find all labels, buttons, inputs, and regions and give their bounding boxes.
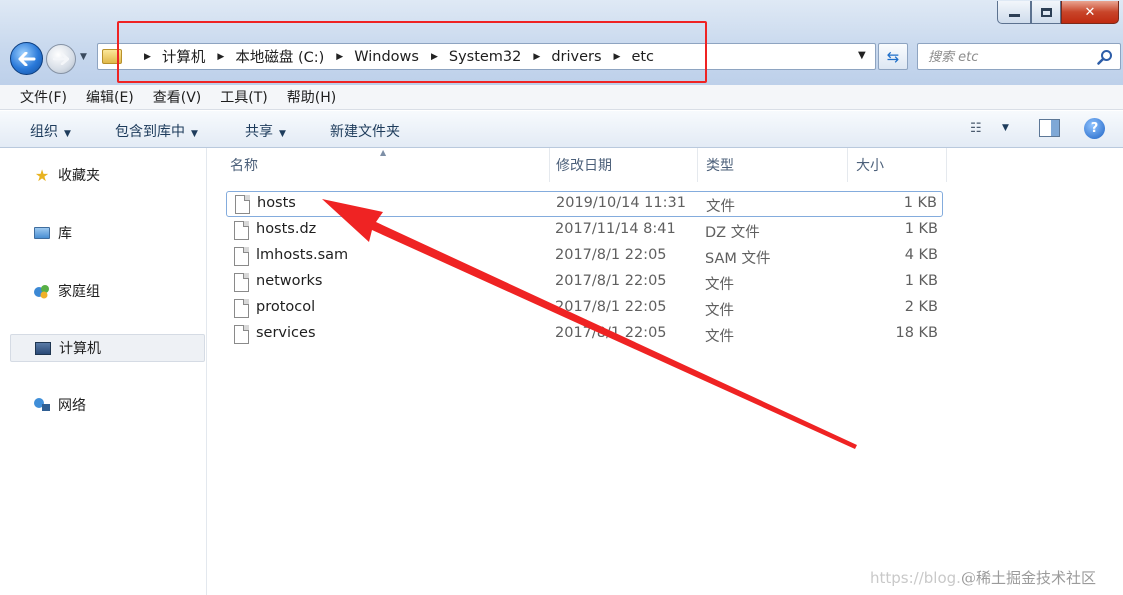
help-icon[interactable]: ?	[1084, 118, 1105, 139]
file-name: protocol	[256, 299, 316, 315]
file-type: 文件	[706, 199, 735, 215]
organize-button[interactable]: 组织 ▼	[30, 121, 71, 141]
search-box[interactable]	[917, 43, 1121, 70]
search-input[interactable]	[928, 48, 1088, 66]
arrow-left-icon	[18, 51, 35, 66]
file-type: 文件	[705, 277, 734, 293]
command-bar: 组织 ▼ 包含到库中 ▼ 共享 ▼ 新建文件夹	[0, 111, 1123, 148]
file-date: 2017/8/1 22:05	[555, 247, 667, 263]
address-dropdown-icon[interactable]: ▼	[858, 50, 866, 61]
sidebar-item-libraries[interactable]: 库	[10, 219, 205, 247]
file-icon	[234, 247, 249, 266]
file-size: 1 KB	[903, 195, 937, 211]
file-row[interactable]: protocol 2017/8/1 22:05 文件 2 KB	[226, 296, 943, 322]
include-in-library-button[interactable]: 包含到库中 ▼	[115, 121, 198, 141]
refresh-icon: ⇆	[886, 47, 900, 66]
file-row[interactable]: hosts.dz 2017/11/14 8:41 DZ 文件 1 KB	[226, 218, 943, 244]
refresh-button[interactable]: ⇆	[878, 43, 908, 70]
menu-bar: 文件(F) 编辑(E) 查看(V) 工具(T) 帮助(H)	[0, 85, 1123, 110]
column-header-type[interactable]: 类型	[698, 148, 848, 182]
column-header-name[interactable]: 名称	[222, 148, 550, 182]
file-icon	[234, 325, 249, 344]
maximize-icon	[1040, 7, 1052, 17]
file-size: 1 KB	[904, 221, 938, 237]
minimize-icon	[1008, 13, 1020, 17]
file-date: 2017/11/14 8:41	[555, 221, 676, 237]
file-date: 2017/8/1 22:05	[555, 273, 667, 289]
column-header-size[interactable]: 大小	[848, 148, 947, 182]
file-name: networks	[256, 273, 323, 289]
file-row-hosts[interactable]: hosts 2019/10/14 11:31 文件 1 KB	[226, 191, 943, 217]
file-type: 文件	[705, 329, 734, 345]
file-icon	[234, 299, 249, 318]
search-icon[interactable]	[1097, 49, 1113, 65]
share-button[interactable]: 共享 ▼	[245, 121, 286, 141]
file-type: DZ 文件	[705, 225, 760, 241]
file-size: 2 KB	[904, 299, 938, 315]
file-date: 2017/8/1 22:05	[555, 325, 667, 341]
homegroup-icon	[32, 282, 52, 300]
menu-view[interactable]: 查看(V)	[153, 87, 202, 107]
preview-pane-icon[interactable]	[1039, 119, 1060, 137]
chevron-down-icon: ▼	[279, 129, 286, 139]
chevron-down-icon[interactable]: ▼	[1002, 123, 1009, 133]
network-icon	[32, 396, 52, 414]
file-row[interactable]: networks 2017/8/1 22:05 文件 1 KB	[226, 270, 943, 296]
library-icon	[32, 224, 52, 242]
view-options-icon[interactable]: ☷	[970, 121, 982, 136]
sidebar-item-favorites[interactable]: ★ 收藏夹	[10, 161, 205, 189]
file-row[interactable]: services 2017/8/1 22:05 文件 18 KB	[226, 322, 943, 348]
file-date: 2017/8/1 22:05	[555, 299, 667, 315]
sidebar-item-homegroup[interactable]: 家庭组	[10, 277, 205, 305]
file-icon	[234, 273, 249, 292]
chevron-down-icon: ▼	[64, 129, 71, 139]
file-size: 1 KB	[904, 273, 938, 289]
star-icon: ★	[34, 165, 50, 185]
file-icon	[234, 221, 249, 240]
recent-pages-dropdown[interactable]: ▼	[80, 52, 92, 64]
menu-edit[interactable]: 编辑(E)	[86, 87, 134, 107]
file-date: 2019/10/14 11:31	[556, 195, 686, 211]
new-folder-button[interactable]: 新建文件夹	[330, 121, 400, 141]
file-name: lmhosts.sam	[256, 247, 349, 263]
column-header-date[interactable]: 修改日期	[548, 148, 698, 182]
navigation-pane: ★ 收藏夹 库 家庭组 计算机 网络	[0, 148, 207, 595]
back-button[interactable]	[10, 42, 43, 75]
menu-tools[interactable]: 工具(T)	[220, 87, 267, 107]
sidebar-item-network[interactable]: 网络	[10, 391, 205, 419]
file-size: 4 KB	[904, 247, 938, 263]
menu-file[interactable]: 文件(F)	[20, 87, 67, 107]
file-name: hosts	[257, 195, 296, 211]
arrow-right-icon	[53, 53, 69, 65]
chevron-down-icon: ▼	[191, 129, 198, 139]
file-name: hosts.dz	[256, 221, 317, 237]
file-size: 18 KB	[895, 325, 938, 341]
maximize-button[interactable]	[1031, 1, 1061, 24]
annotation-highlight-box	[117, 21, 707, 83]
file-list: ▲ 名称 修改日期 类型 大小 hosts 2019/10/14 11:31 文…	[208, 148, 1123, 595]
sidebar-item-computer[interactable]: 计算机	[10, 334, 205, 362]
menu-help[interactable]: 帮助(H)	[287, 87, 336, 107]
close-button[interactable]: ✕	[1061, 1, 1119, 24]
file-type: 文件	[705, 303, 734, 319]
file-icon	[235, 195, 250, 214]
minimize-button[interactable]	[997, 1, 1031, 24]
file-name: services	[256, 325, 316, 341]
close-icon: ✕	[1084, 4, 1096, 20]
forward-button[interactable]	[46, 44, 76, 74]
file-type: SAM 文件	[705, 251, 771, 267]
watermark: https://blog.@稀土掘金技术社区	[870, 569, 1096, 587]
computer-icon	[33, 339, 53, 357]
file-row[interactable]: lmhosts.sam 2017/8/1 22:05 SAM 文件 4 KB	[226, 244, 943, 270]
